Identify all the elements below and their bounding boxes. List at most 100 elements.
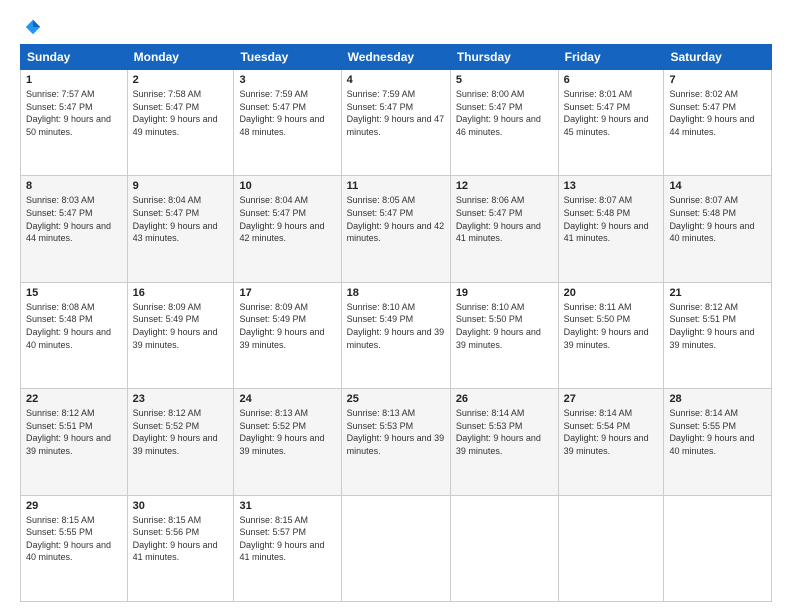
day-cell-16: 16 Sunrise: 8:09 AMSunset: 5:49 PMDaylig… — [127, 282, 234, 388]
day-detail: Sunrise: 8:09 AMSunset: 5:49 PMDaylight:… — [133, 301, 229, 351]
day-detail: Sunrise: 8:00 AMSunset: 5:47 PMDaylight:… — [456, 88, 553, 138]
day-number: 5 — [456, 74, 553, 86]
logo — [20, 18, 42, 36]
col-header-monday: Monday — [127, 45, 234, 70]
day-detail: Sunrise: 8:04 AMSunset: 5:47 PMDaylight:… — [239, 194, 335, 244]
day-cell-21: 21 Sunrise: 8:12 AMSunset: 5:51 PMDaylig… — [664, 282, 772, 388]
day-detail: Sunrise: 8:14 AMSunset: 5:54 PMDaylight:… — [564, 407, 659, 457]
col-header-tuesday: Tuesday — [234, 45, 341, 70]
day-cell-10: 10 Sunrise: 8:04 AMSunset: 5:47 PMDaylig… — [234, 176, 341, 282]
day-cell-12: 12 Sunrise: 8:06 AMSunset: 5:47 PMDaylig… — [450, 176, 558, 282]
day-detail: Sunrise: 8:11 AMSunset: 5:50 PMDaylight:… — [564, 301, 659, 351]
empty-cell — [664, 495, 772, 601]
day-number: 2 — [133, 74, 229, 86]
day-number: 26 — [456, 393, 553, 405]
day-number: 29 — [26, 500, 122, 512]
day-number: 3 — [239, 74, 335, 86]
header — [20, 18, 772, 36]
day-cell-27: 27 Sunrise: 8:14 AMSunset: 5:54 PMDaylig… — [558, 389, 664, 495]
day-cell-6: 6 Sunrise: 8:01 AMSunset: 5:47 PMDayligh… — [558, 70, 664, 176]
col-header-thursday: Thursday — [450, 45, 558, 70]
day-cell-1: 1 Sunrise: 7:57 AMSunset: 5:47 PMDayligh… — [21, 70, 128, 176]
day-detail: Sunrise: 8:15 AMSunset: 5:56 PMDaylight:… — [133, 514, 229, 564]
day-detail: Sunrise: 8:12 AMSunset: 5:51 PMDaylight:… — [669, 301, 766, 351]
empty-cell — [450, 495, 558, 601]
day-cell-19: 19 Sunrise: 8:10 AMSunset: 5:50 PMDaylig… — [450, 282, 558, 388]
week-row-5: 29 Sunrise: 8:15 AMSunset: 5:55 PMDaylig… — [21, 495, 772, 601]
day-cell-14: 14 Sunrise: 8:07 AMSunset: 5:48 PMDaylig… — [664, 176, 772, 282]
week-row-1: 1 Sunrise: 7:57 AMSunset: 5:47 PMDayligh… — [21, 70, 772, 176]
day-detail: Sunrise: 8:15 AMSunset: 5:57 PMDaylight:… — [239, 514, 335, 564]
day-number: 6 — [564, 74, 659, 86]
day-detail: Sunrise: 8:02 AMSunset: 5:47 PMDaylight:… — [669, 88, 766, 138]
day-cell-22: 22 Sunrise: 8:12 AMSunset: 5:51 PMDaylig… — [21, 389, 128, 495]
day-number: 1 — [26, 74, 122, 86]
day-cell-13: 13 Sunrise: 8:07 AMSunset: 5:48 PMDaylig… — [558, 176, 664, 282]
week-row-4: 22 Sunrise: 8:12 AMSunset: 5:51 PMDaylig… — [21, 389, 772, 495]
day-cell-3: 3 Sunrise: 7:59 AMSunset: 5:47 PMDayligh… — [234, 70, 341, 176]
day-detail: Sunrise: 8:15 AMSunset: 5:55 PMDaylight:… — [26, 514, 122, 564]
day-cell-26: 26 Sunrise: 8:14 AMSunset: 5:53 PMDaylig… — [450, 389, 558, 495]
day-number: 22 — [26, 393, 122, 405]
day-number: 23 — [133, 393, 229, 405]
day-cell-25: 25 Sunrise: 8:13 AMSunset: 5:53 PMDaylig… — [341, 389, 450, 495]
day-number: 11 — [347, 180, 445, 192]
day-number: 31 — [239, 500, 335, 512]
day-cell-18: 18 Sunrise: 8:10 AMSunset: 5:49 PMDaylig… — [341, 282, 450, 388]
day-number: 4 — [347, 74, 445, 86]
day-cell-24: 24 Sunrise: 8:13 AMSunset: 5:52 PMDaylig… — [234, 389, 341, 495]
day-number: 25 — [347, 393, 445, 405]
day-detail: Sunrise: 8:14 AMSunset: 5:55 PMDaylight:… — [669, 407, 766, 457]
day-number: 17 — [239, 287, 335, 299]
day-detail: Sunrise: 8:10 AMSunset: 5:49 PMDaylight:… — [347, 301, 445, 351]
col-header-saturday: Saturday — [664, 45, 772, 70]
day-number: 16 — [133, 287, 229, 299]
day-detail: Sunrise: 8:10 AMSunset: 5:50 PMDaylight:… — [456, 301, 553, 351]
day-number: 28 — [669, 393, 766, 405]
day-cell-8: 8 Sunrise: 8:03 AMSunset: 5:47 PMDayligh… — [21, 176, 128, 282]
day-cell-5: 5 Sunrise: 8:00 AMSunset: 5:47 PMDayligh… — [450, 70, 558, 176]
day-detail: Sunrise: 7:58 AMSunset: 5:47 PMDaylight:… — [133, 88, 229, 138]
day-cell-9: 9 Sunrise: 8:04 AMSunset: 5:47 PMDayligh… — [127, 176, 234, 282]
day-number: 20 — [564, 287, 659, 299]
day-detail: Sunrise: 8:09 AMSunset: 5:49 PMDaylight:… — [239, 301, 335, 351]
day-detail: Sunrise: 7:59 AMSunset: 5:47 PMDaylight:… — [239, 88, 335, 138]
day-cell-4: 4 Sunrise: 7:59 AMSunset: 5:47 PMDayligh… — [341, 70, 450, 176]
day-number: 27 — [564, 393, 659, 405]
day-number: 12 — [456, 180, 553, 192]
page: SundayMondayTuesdayWednesdayThursdayFrid… — [0, 0, 792, 612]
day-detail: Sunrise: 8:14 AMSunset: 5:53 PMDaylight:… — [456, 407, 553, 457]
week-row-2: 8 Sunrise: 8:03 AMSunset: 5:47 PMDayligh… — [21, 176, 772, 282]
day-cell-15: 15 Sunrise: 8:08 AMSunset: 5:48 PMDaylig… — [21, 282, 128, 388]
day-detail: Sunrise: 8:06 AMSunset: 5:47 PMDaylight:… — [456, 194, 553, 244]
day-cell-31: 31 Sunrise: 8:15 AMSunset: 5:57 PMDaylig… — [234, 495, 341, 601]
day-detail: Sunrise: 7:59 AMSunset: 5:47 PMDaylight:… — [347, 88, 445, 138]
calendar-header-row: SundayMondayTuesdayWednesdayThursdayFrid… — [21, 45, 772, 70]
day-detail: Sunrise: 8:03 AMSunset: 5:47 PMDaylight:… — [26, 194, 122, 244]
day-number: 10 — [239, 180, 335, 192]
col-header-sunday: Sunday — [21, 45, 128, 70]
day-number: 24 — [239, 393, 335, 405]
day-detail: Sunrise: 8:13 AMSunset: 5:53 PMDaylight:… — [347, 407, 445, 457]
empty-cell — [341, 495, 450, 601]
day-detail: Sunrise: 8:07 AMSunset: 5:48 PMDaylight:… — [669, 194, 766, 244]
day-cell-23: 23 Sunrise: 8:12 AMSunset: 5:52 PMDaylig… — [127, 389, 234, 495]
day-number: 19 — [456, 287, 553, 299]
logo-icon — [24, 18, 42, 36]
day-cell-29: 29 Sunrise: 8:15 AMSunset: 5:55 PMDaylig… — [21, 495, 128, 601]
day-number: 13 — [564, 180, 659, 192]
day-cell-17: 17 Sunrise: 8:09 AMSunset: 5:49 PMDaylig… — [234, 282, 341, 388]
day-detail: Sunrise: 8:12 AMSunset: 5:51 PMDaylight:… — [26, 407, 122, 457]
day-detail: Sunrise: 8:13 AMSunset: 5:52 PMDaylight:… — [239, 407, 335, 457]
day-number: 18 — [347, 287, 445, 299]
day-cell-7: 7 Sunrise: 8:02 AMSunset: 5:47 PMDayligh… — [664, 70, 772, 176]
day-number: 30 — [133, 500, 229, 512]
col-header-friday: Friday — [558, 45, 664, 70]
day-number: 21 — [669, 287, 766, 299]
day-cell-11: 11 Sunrise: 8:05 AMSunset: 5:47 PMDaylig… — [341, 176, 450, 282]
calendar-table: SundayMondayTuesdayWednesdayThursdayFrid… — [20, 44, 772, 602]
day-cell-30: 30 Sunrise: 8:15 AMSunset: 5:56 PMDaylig… — [127, 495, 234, 601]
col-header-wednesday: Wednesday — [341, 45, 450, 70]
day-detail: Sunrise: 8:05 AMSunset: 5:47 PMDaylight:… — [347, 194, 445, 244]
day-cell-28: 28 Sunrise: 8:14 AMSunset: 5:55 PMDaylig… — [664, 389, 772, 495]
